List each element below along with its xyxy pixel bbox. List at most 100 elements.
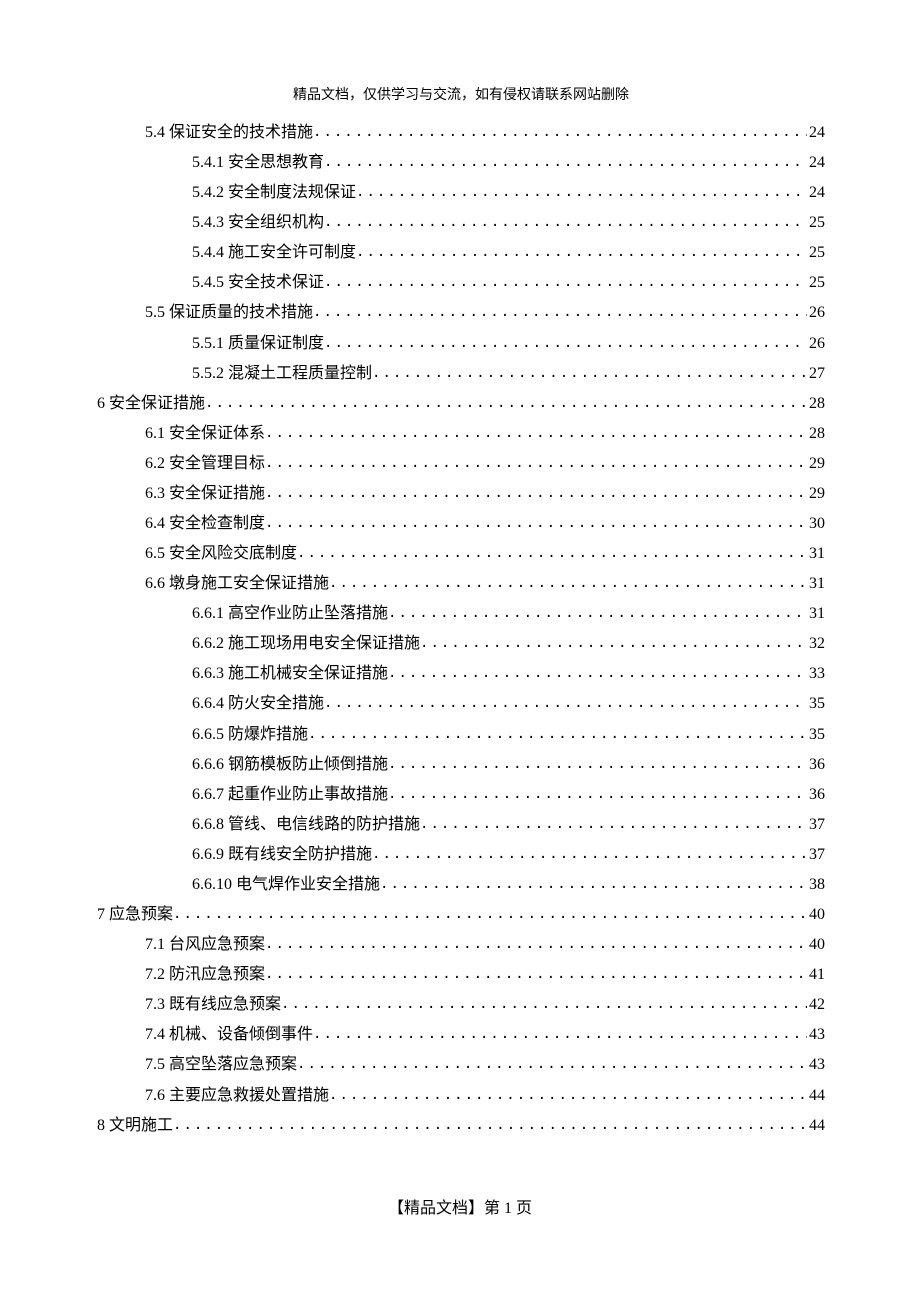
toc-leader-dots (324, 690, 807, 716)
toc-entry-label: 8 文明施工 (97, 1111, 173, 1141)
toc-leader-dots (173, 1112, 807, 1138)
toc-entry-label: 6 安全保证措施 (97, 389, 205, 419)
toc-entry-page: 25 (807, 268, 825, 298)
toc-entry-page: 26 (807, 298, 825, 328)
toc-entry-page: 41 (807, 960, 825, 990)
toc-entry-label: 6.4 安全检查制度 (145, 509, 265, 539)
toc-leader-dots (372, 841, 807, 867)
toc-entry-page: 29 (807, 479, 825, 509)
toc-leader-dots (265, 931, 807, 957)
toc-leader-dots (388, 600, 807, 626)
toc-entry: 6.6.6 钢筋模板防止倾倒措施 36 (97, 750, 825, 780)
toc-entry-label: 7.5 高空坠落应急预案 (145, 1050, 297, 1080)
toc-entry-label: 6.6.7 起重作业防止事故措施 (192, 780, 388, 810)
toc-entry-page: 27 (807, 359, 825, 389)
toc-entry-label: 6.6.1 高空作业防止坠落措施 (192, 599, 388, 629)
toc-entry-page: 35 (807, 720, 825, 750)
toc-entry-page: 26 (807, 329, 825, 359)
toc-entry-page: 32 (807, 629, 825, 659)
table-of-contents: 5.4 保证安全的技术措施 245.4.1 安全思想教育245.4.2 安全制度… (97, 118, 825, 1141)
toc-entry-page: 44 (807, 1081, 825, 1111)
toc-entry: 7 应急预案 40 (97, 900, 825, 930)
toc-entry-page: 24 (807, 148, 825, 178)
toc-leader-dots (388, 751, 807, 777)
toc-entry-label: 5.4.4 施工安全许可制度 (192, 238, 356, 268)
toc-entry: 8 文明施工 44 (97, 1111, 825, 1141)
toc-leader-dots (265, 420, 807, 446)
toc-entry-page: 37 (807, 810, 825, 840)
toc-entry: 6.1 安全保证体系 28 (97, 419, 825, 449)
toc-entry-label: 5.4.1 安全思想教育 (192, 148, 324, 178)
toc-entry-label: 5.5.1 质量保证制度 (192, 329, 324, 359)
toc-entry: 5.5 保证质量的技术措施26 (97, 298, 825, 328)
toc-leader-dots (205, 390, 807, 416)
toc-leader-dots (324, 209, 807, 235)
toc-entry: 5.4.1 安全思想教育 24 (97, 148, 825, 178)
toc-entry-page: 37 (807, 840, 825, 870)
toc-entry-label: 7 应急预案 (97, 900, 173, 930)
toc-entry: 6.6.9 既有线安全防护措施 37 (97, 840, 825, 870)
toc-entry-page: 30 (807, 509, 825, 539)
toc-entry-page: 31 (807, 599, 825, 629)
toc-entry-label: 5.4.5 安全技术保证 (192, 268, 324, 298)
toc-entry-label: 6.6.9 既有线安全防护措施 (192, 840, 372, 870)
toc-leader-dots (313, 299, 807, 325)
toc-leader-dots (372, 360, 807, 386)
toc-entry-label: 6.6.6 钢筋模板防止倾倒措施 (192, 750, 388, 780)
toc-entry: 7.4 机械、设备倾倒事件 43 (97, 1020, 825, 1050)
toc-entry: 6.6.3 施工机械安全保证措施33 (97, 659, 825, 689)
toc-entry: 7.2 防汛应急预案 41 (97, 960, 825, 990)
toc-entry-page: 42 (807, 990, 825, 1020)
toc-entry: 6.3 安全保证措施 29 (97, 479, 825, 509)
document-page: 精品文档，仅供学习与交流，如有侵权请联系网站删除 5.4 保证安全的技术措施 2… (0, 0, 920, 1141)
toc-entry: 6.6.2 施工现场用电安全保证措施 32 (97, 629, 825, 659)
toc-entry: 5.4 保证安全的技术措施 24 (97, 118, 825, 148)
toc-leader-dots (388, 660, 807, 686)
footer-prefix: 【精品文档】 (388, 1200, 484, 1217)
toc-entry-label: 7.2 防汛应急预案 (145, 960, 265, 990)
toc-entry-label: 5.4.3 安全组织机构 (192, 208, 324, 238)
toc-entry: 5.4.2 安全制度法规保证 24 (97, 178, 825, 208)
toc-entry: 6.6.1 高空作业防止坠落措施 31 (97, 599, 825, 629)
toc-leader-dots (329, 1082, 807, 1108)
toc-entry-label: 7.1 台风应急预案 (145, 930, 265, 960)
toc-entry-page: 31 (807, 539, 825, 569)
toc-leader-dots (265, 480, 807, 506)
toc-entry: 6.6.5 防爆炸措施35 (97, 720, 825, 750)
page-footer: 【精品文档】第 1 页 (0, 1194, 920, 1218)
toc-leader-dots (265, 961, 807, 987)
toc-entry-page: 40 (807, 930, 825, 960)
toc-entry-label: 6.6.10 电气焊作业安全措施 (192, 870, 380, 900)
toc-entry: 7.1 台风应急预案 40 (97, 930, 825, 960)
toc-leader-dots (388, 781, 807, 807)
toc-leader-dots (313, 1021, 807, 1047)
footer-page-number: 第 1 页 (484, 1200, 532, 1217)
toc-entry-page: 28 (807, 419, 825, 449)
toc-entry-page: 25 (807, 238, 825, 268)
toc-leader-dots (329, 570, 807, 596)
toc-entry-label: 6.6.8 管线、电信线路的防护措施 (192, 810, 420, 840)
toc-entry-label: 6.5 安全风险交底制度 (145, 539, 297, 569)
toc-leader-dots (281, 991, 807, 1017)
toc-entry: 7.3 既有线应急预案 42 (97, 990, 825, 1020)
toc-entry-label: 5.4 保证安全的技术措施 (145, 118, 313, 148)
toc-entry-label: 6.6.2 施工现场用电安全保证措施 (192, 629, 420, 659)
toc-entry-label: 7.6 主要应急救援处置措施 (145, 1081, 329, 1111)
toc-entry-page: 36 (807, 750, 825, 780)
toc-leader-dots (420, 630, 807, 656)
toc-entry: 6.6 墩身施工安全保证措施 31 (97, 569, 825, 599)
toc-entry: 5.4.5 安全技术保证 25 (97, 268, 825, 298)
toc-leader-dots (308, 721, 807, 747)
toc-leader-dots (324, 149, 807, 175)
toc-entry: 6.6.8 管线、电信线路的防护措施 37 (97, 810, 825, 840)
toc-entry-page: 40 (807, 900, 825, 930)
toc-leader-dots (380, 871, 807, 897)
toc-entry: 6 安全保证措施 28 (97, 389, 825, 419)
toc-entry-page: 35 (807, 689, 825, 719)
toc-entry-page: 43 (807, 1050, 825, 1080)
toc-entry-label: 5.5.2 混凝土工程质量控制 (192, 359, 372, 389)
toc-entry: 7.5 高空坠落应急预案 43 (97, 1050, 825, 1080)
toc-leader-dots (265, 510, 807, 536)
toc-entry-label: 6.6.3 施工机械安全保证措施 (192, 659, 388, 689)
toc-entry-page: 24 (807, 118, 825, 148)
